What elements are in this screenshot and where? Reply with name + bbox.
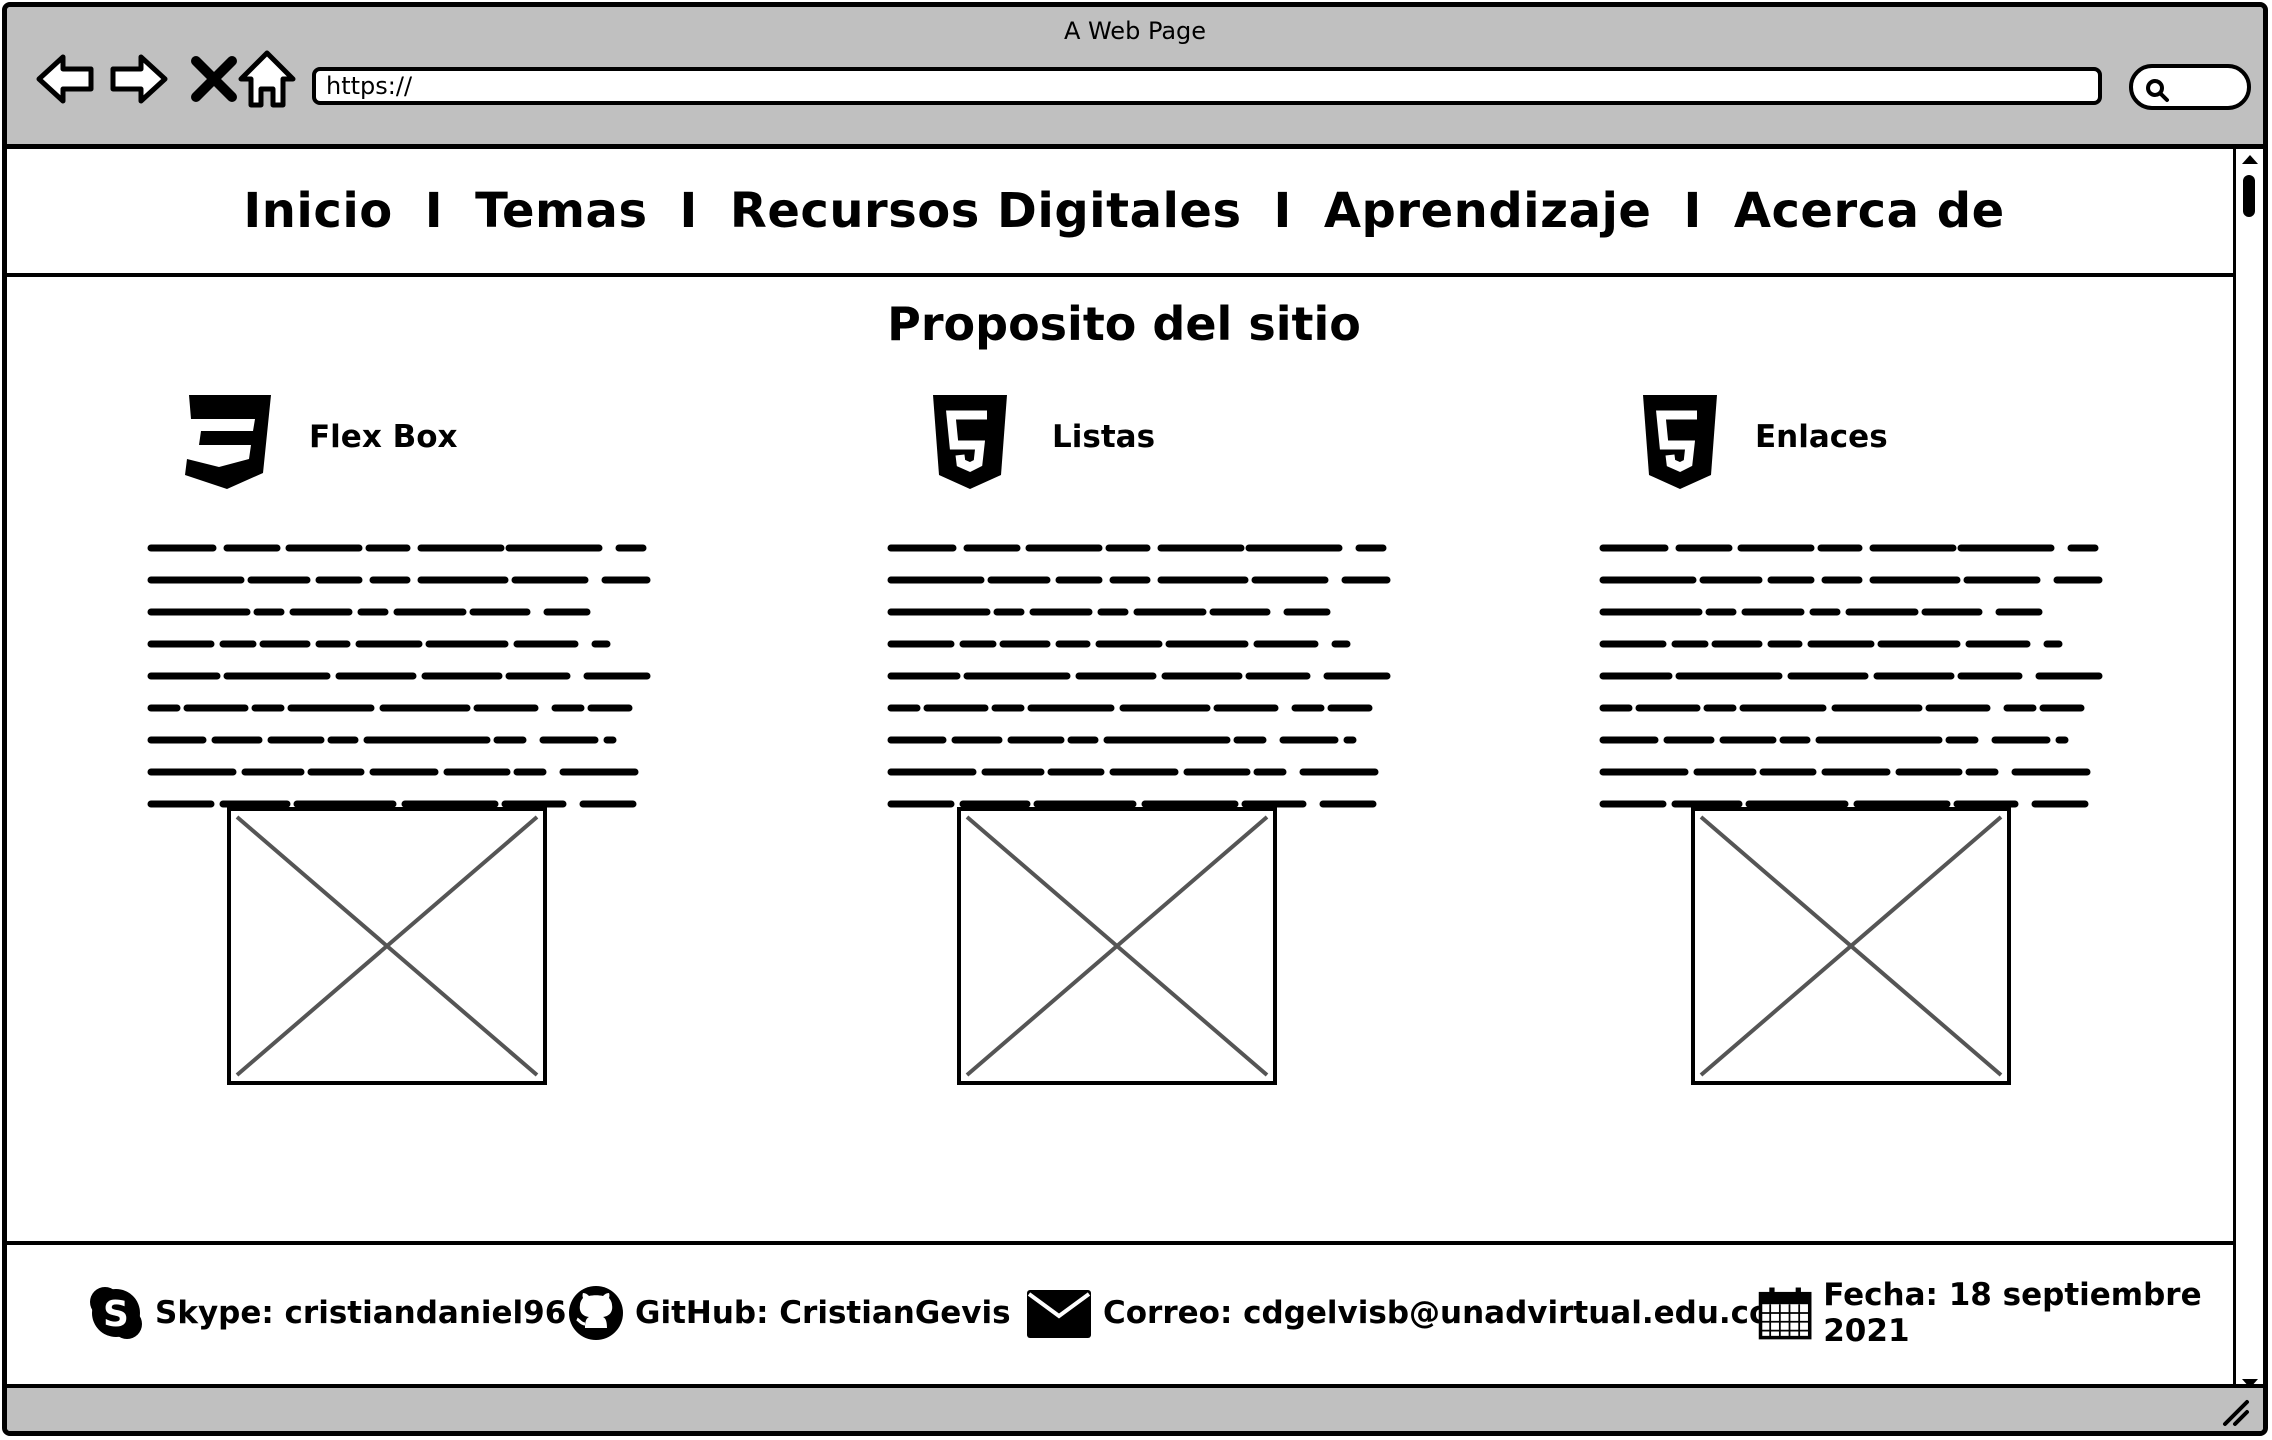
url-input[interactable]: https:// xyxy=(312,67,2102,105)
nav-separator: I xyxy=(1683,183,1702,239)
html5-icon xyxy=(933,395,1007,489)
page-footer: S Skype: cristiandaniel96 GitHub: Cristi… xyxy=(7,1241,2241,1394)
calendar-icon xyxy=(1758,1287,1812,1340)
placeholder-text xyxy=(147,544,651,808)
image-placeholder xyxy=(227,807,547,1085)
placeholder-text xyxy=(887,544,1391,808)
forward-arrow-icon[interactable] xyxy=(107,47,171,111)
footer-email[interactable]: Correo: cdgelvisb@unadvirtual.edu.co xyxy=(1025,1281,1770,1345)
card-title: Enlaces xyxy=(1755,419,1888,455)
footer-email-text: Correo: cdgelvisb@unadvirtual.edu.co xyxy=(1103,1295,1771,1331)
envelope-icon xyxy=(1027,1290,1091,1338)
image-placeholder xyxy=(1691,807,2011,1085)
scrollbar-thumb[interactable] xyxy=(2243,175,2255,217)
github-icon xyxy=(569,1286,623,1340)
scroll-up-icon[interactable] xyxy=(2238,151,2262,167)
svg-text:S: S xyxy=(103,1294,129,1335)
nav-item-temas[interactable]: Temas xyxy=(451,183,671,239)
nav-item-aprendizaje[interactable]: Aprendizaje xyxy=(1300,183,1676,239)
css3-icon xyxy=(185,395,271,489)
nav-item-acerca-de[interactable]: Acerca de xyxy=(1710,183,2029,239)
image-placeholder xyxy=(957,807,1277,1085)
nav-item-inicio[interactable]: Inicio xyxy=(219,183,416,239)
search-input[interactable] xyxy=(2129,64,2251,110)
status-bar xyxy=(7,1384,2263,1431)
footer-github[interactable]: GitHub: CristianGevis xyxy=(567,1281,1011,1345)
browser-window: A Web Page https:// Inicio I Temas I Rec xyxy=(2,2,2268,1436)
main-nav: Inicio I Temas I Recursos Digitales I Ap… xyxy=(7,149,2241,277)
back-arrow-icon[interactable] xyxy=(33,47,97,111)
nav-separator: I xyxy=(679,183,698,239)
nav-item-recursos-digitales[interactable]: Recursos Digitales xyxy=(706,183,1266,239)
card-title: Flex Box xyxy=(309,419,458,455)
browser-chrome: A Web Page https:// xyxy=(7,7,2263,149)
nav-separator: I xyxy=(424,183,444,239)
html5-icon xyxy=(1643,395,1717,489)
search-icon xyxy=(2146,79,2169,102)
card-title: Listas xyxy=(1052,419,1156,455)
footer-skype[interactable]: S Skype: cristiandaniel96 xyxy=(87,1281,566,1345)
skype-icon: S xyxy=(90,1287,142,1339)
footer-date: Fecha: 18 septiembre 2021 xyxy=(1757,1277,2241,1349)
footer-github-text: GitHub: CristianGevis xyxy=(635,1295,1011,1331)
home-icon[interactable] xyxy=(235,47,299,111)
page-heading: Proposito del sitio xyxy=(887,297,1361,351)
placeholder-text xyxy=(1599,544,2103,808)
nav-separator: I xyxy=(1273,183,1292,239)
window-title: A Web Page xyxy=(1063,17,1207,45)
footer-skype-text: Skype: cristiandaniel96 xyxy=(155,1295,567,1331)
page-content: Inicio I Temas I Recursos Digitales I Ap… xyxy=(7,149,2241,1394)
vertical-scrollbar[interactable] xyxy=(2233,149,2263,1394)
resize-grip-icon[interactable] xyxy=(2215,1392,2255,1428)
footer-date-text: Fecha: 18 septiembre 2021 xyxy=(1823,1277,2202,1349)
